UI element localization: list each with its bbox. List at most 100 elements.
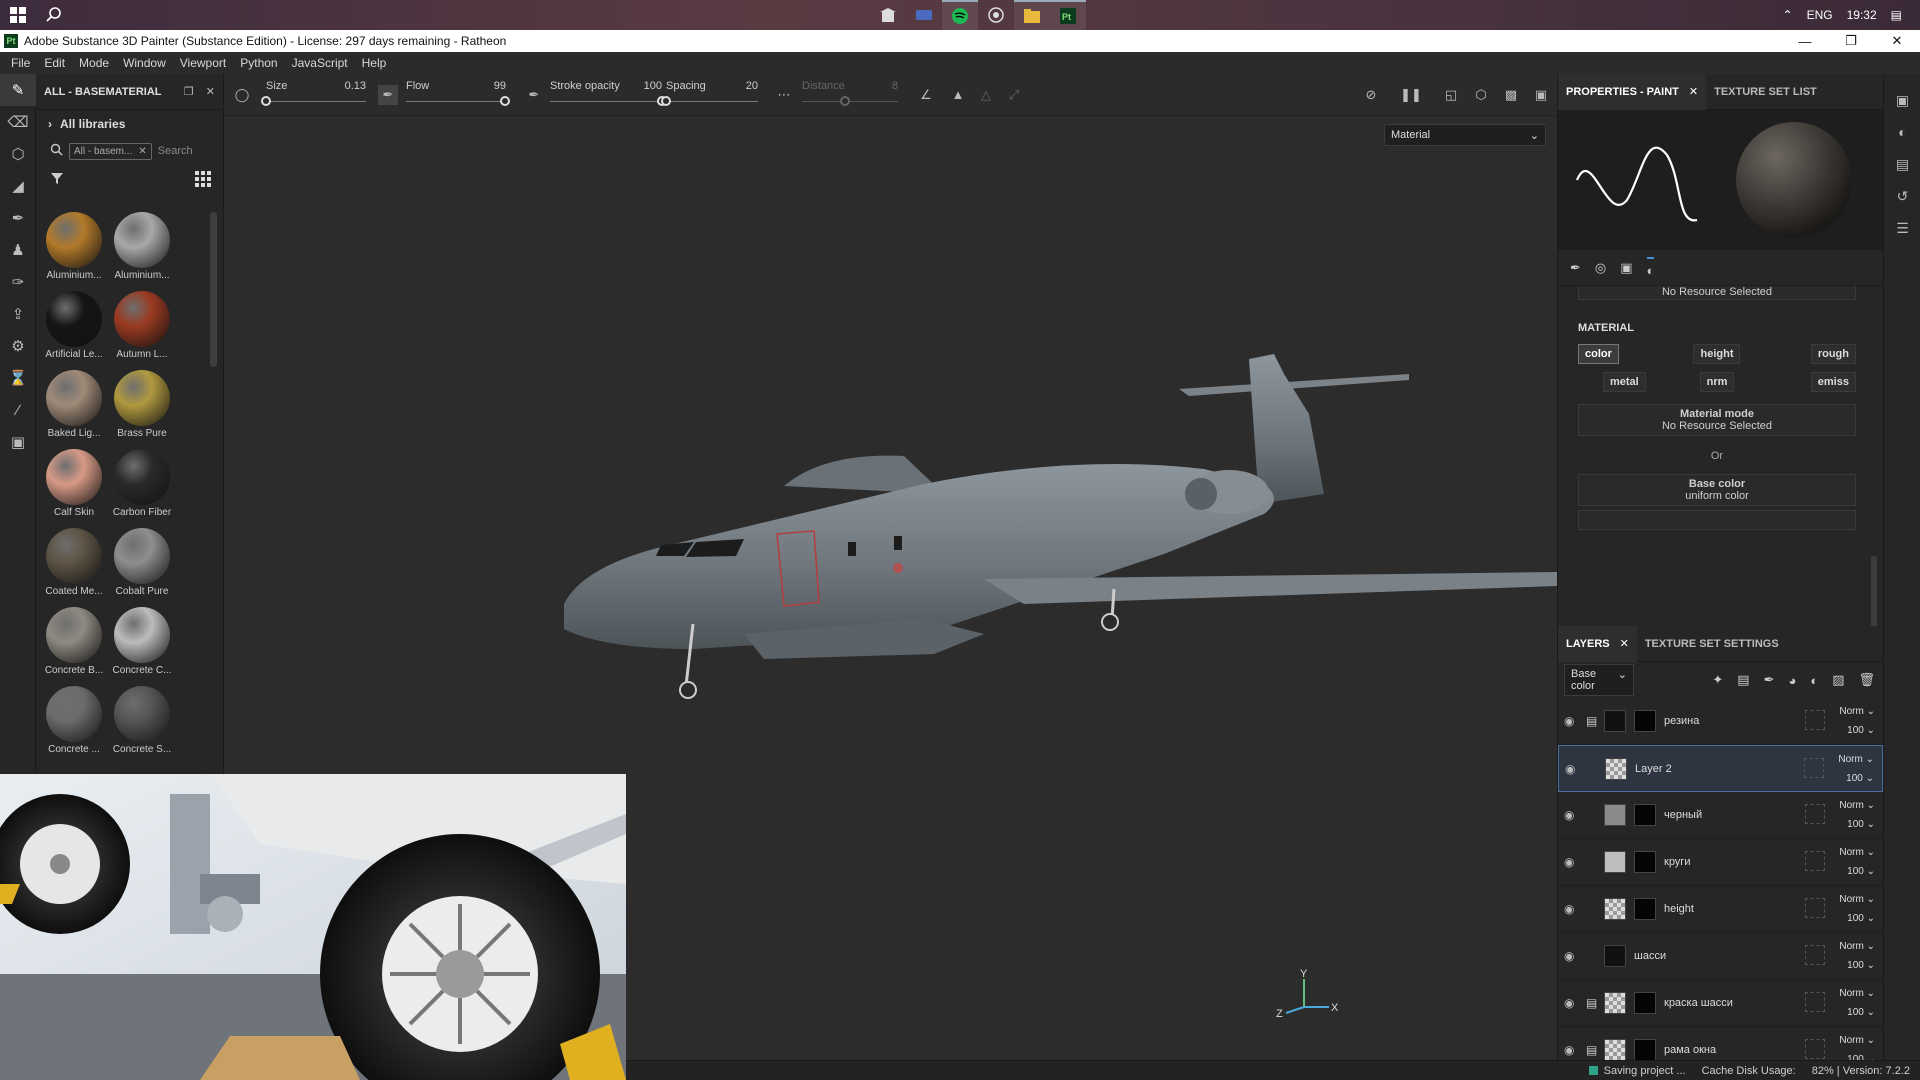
add-effect-icon[interactable]: ✦ <box>1712 672 1723 688</box>
add-paint-layer-icon[interactable]: ✒ <box>1764 672 1775 688</box>
blend-mode[interactable]: Norm <box>1839 988 1863 999</box>
camera-icon[interactable]: ▣ <box>0 426 36 458</box>
channel-height[interactable]: height <box>1671 344 1764 364</box>
shader-settings-icon[interactable]: ▤ <box>1884 148 1920 180</box>
material-thumbnail[interactable]: Autumn L... <box>108 291 176 360</box>
visibility-eye-icon[interactable]: ◉ <box>1564 902 1574 916</box>
filter-chip[interactable]: All - basem... ✕ <box>69 142 152 160</box>
channel-metal[interactable]: metal <box>1578 372 1671 392</box>
material-thumbnail[interactable]: Aluminium... <box>108 212 176 281</box>
visibility-eye-icon[interactable]: ◉ <box>1564 1043 1574 1057</box>
tab-texture-set-list[interactable]: TEXTURE SET LIST <box>1706 74 1825 110</box>
polygon-fill-icon[interactable]: ◢ <box>0 170 36 202</box>
blend-mode[interactable]: Norm <box>1839 706 1863 717</box>
layer-blend-controls[interactable]: Norm ⌄100 ⌄ <box>1839 702 1875 740</box>
layer-effects-slot[interactable] <box>1804 758 1824 778</box>
layer-name[interactable]: резина <box>1664 715 1699 727</box>
material-thumbnail[interactable]: Carbon Fiber <box>108 449 176 518</box>
layer-name[interactable]: круги <box>1664 856 1690 868</box>
add-folder-icon[interactable]: ▨ <box>1832 672 1844 688</box>
settings-icon[interactable]: ⚙ <box>0 330 36 362</box>
search-icon[interactable] <box>36 0 72 30</box>
menu-javascript[interactable]: JavaScript <box>285 56 355 70</box>
visibility-eye-icon[interactable]: ◉ <box>1564 949 1574 963</box>
blend-mode[interactable]: Norm <box>1838 754 1862 765</box>
windows-start-icon[interactable] <box>0 0 36 30</box>
layer-blend-controls[interactable]: Norm ⌄100 ⌄ <box>1838 750 1874 788</box>
eraser-icon[interactable]: ⌫ <box>0 106 36 138</box>
substance-painter-taskbar-icon[interactable]: Pt <box>1050 0 1086 30</box>
layer-name[interactable]: шасси <box>1634 950 1666 962</box>
layer-row[interactable]: ◉ круги Norm ⌄ 100 ⌄ <box>1558 839 1883 886</box>
properties-scrollbar[interactable] <box>1871 556 1877 626</box>
blend-mode[interactable]: Norm <box>1839 894 1863 905</box>
blend-mode[interactable]: Norm <box>1839 847 1863 858</box>
layer-name[interactable]: краска шасси <box>1664 997 1733 1009</box>
blend-mode[interactable]: Norm <box>1839 1035 1863 1046</box>
material-thumbnail[interactable]: Coated Me... <box>40 528 108 597</box>
export-icon[interactable]: ⇪ <box>0 298 36 330</box>
menu-help[interactable]: Help <box>355 56 394 70</box>
channel-color[interactable]: color <box>1578 344 1671 364</box>
display-settings-icon[interactable]: ◐ <box>1884 116 1920 148</box>
layer-name[interactable]: рама окна <box>1664 1044 1716 1056</box>
menu-edit[interactable]: Edit <box>37 56 72 70</box>
channel-rough[interactable]: rough <box>1763 344 1856 364</box>
chevron-up-icon[interactable]: ⌃ <box>1783 8 1793 22</box>
visibility-eye-icon[interactable]: ◉ <box>1564 714 1574 728</box>
remove-filter-icon[interactable]: ✕ <box>138 146 146 157</box>
layer-opacity[interactable]: 100 <box>1847 960 1864 971</box>
layer-name[interactable]: Layer 2 <box>1635 763 1672 775</box>
layer-blend-controls[interactable]: Norm ⌄100 ⌄ <box>1839 984 1875 1022</box>
minimize-button[interactable]: — <box>1782 30 1828 52</box>
folder-icon[interactable]: ▤ <box>1586 714 1597 728</box>
layer-effects-slot[interactable] <box>1805 804 1825 824</box>
visibility-eye-icon[interactable]: ◉ <box>1564 855 1574 869</box>
close-tab-icon[interactable]: ✕ <box>1620 637 1629 650</box>
stencil-icon[interactable]: ▣ <box>1620 260 1632 276</box>
layer-opacity[interactable]: 100 <box>1847 866 1864 877</box>
shelf-scrollbar[interactable] <box>210 212 217 367</box>
tab-properties-paint[interactable]: PROPERTIES - PAINT ✕ <box>1558 73 1707 110</box>
layer-name[interactable]: черный <box>1664 809 1702 821</box>
add-mask-icon[interactable]: ▤ <box>1737 672 1749 688</box>
folder-taskbar-icon[interactable] <box>1014 0 1050 30</box>
layer-opacity[interactable]: 100 <box>1847 1007 1864 1018</box>
material-mode-slot[interactable]: Material mode No Resource Selected <box>1578 404 1856 436</box>
restore-button[interactable]: ❐ <box>1828 30 1874 52</box>
projection-icon[interactable]: ⬡ <box>0 138 36 170</box>
menu-mode[interactable]: Mode <box>72 56 116 70</box>
material-thumbnail[interactable]: Calf Skin <box>40 449 108 518</box>
texture-set-icon[interactable]: ▣ <box>1884 84 1920 116</box>
folder-icon[interactable]: ▤ <box>1586 1043 1597 1057</box>
material-thumbnail[interactable]: Brass Pure <box>108 370 176 439</box>
layer-effects-slot[interactable] <box>1805 710 1825 730</box>
material-thumbnail[interactable]: Aluminium... <box>40 212 108 281</box>
add-smart-material-icon[interactable]: ◐ <box>1810 673 1818 688</box>
layer-name[interactable]: height <box>1664 903 1694 915</box>
color-picker-icon[interactable]: ✑ <box>0 266 36 298</box>
material-thumbnail[interactable]: Concrete S... <box>108 686 176 755</box>
layer-row[interactable]: ◉ ▤ краска шасси Norm ⌄ 100 ⌄ <box>1558 980 1883 1027</box>
channel-select[interactable]: Base color ⌄ <box>1564 664 1634 696</box>
tab-texture-set-settings[interactable]: TEXTURE SET SETTINGS <box>1637 626 1787 662</box>
camera-taskbar-icon[interactable] <box>978 0 1014 30</box>
layer-blend-controls[interactable]: Norm ⌄100 ⌄ <box>1839 937 1875 975</box>
log-icon[interactable]: ☰ <box>1884 212 1920 244</box>
folder-icon[interactable]: ▤ <box>1586 996 1597 1010</box>
close-tab-icon[interactable]: ✕ <box>1689 85 1698 98</box>
notification-icon[interactable]: ▤ <box>1891 8 1902 22</box>
channel-emiss[interactable]: emiss <box>1763 372 1856 392</box>
close-panel-icon[interactable]: ✕ <box>206 85 215 98</box>
material-thumbnail[interactable]: Cobalt Pure <box>108 528 176 597</box>
layer-opacity[interactable]: 100 <box>1847 913 1864 924</box>
layer-row[interactable]: ◉ height Norm ⌄ 100 ⌄ <box>1558 886 1883 933</box>
base-color-swatch[interactable] <box>1578 510 1856 530</box>
close-button[interactable]: ✕ <box>1874 30 1920 52</box>
material-icon[interactable]: ◐ <box>1646 257 1655 278</box>
base-color-slot[interactable]: Base color uniform color <box>1578 474 1856 506</box>
menu-python[interactable]: Python <box>233 56 284 70</box>
visibility-eye-icon[interactable]: ◉ <box>1565 762 1575 776</box>
layer-row[interactable]: ◉ шасси Norm ⌄ 100 ⌄ <box>1558 933 1883 980</box>
library-label[interactable]: All libraries <box>60 117 125 131</box>
